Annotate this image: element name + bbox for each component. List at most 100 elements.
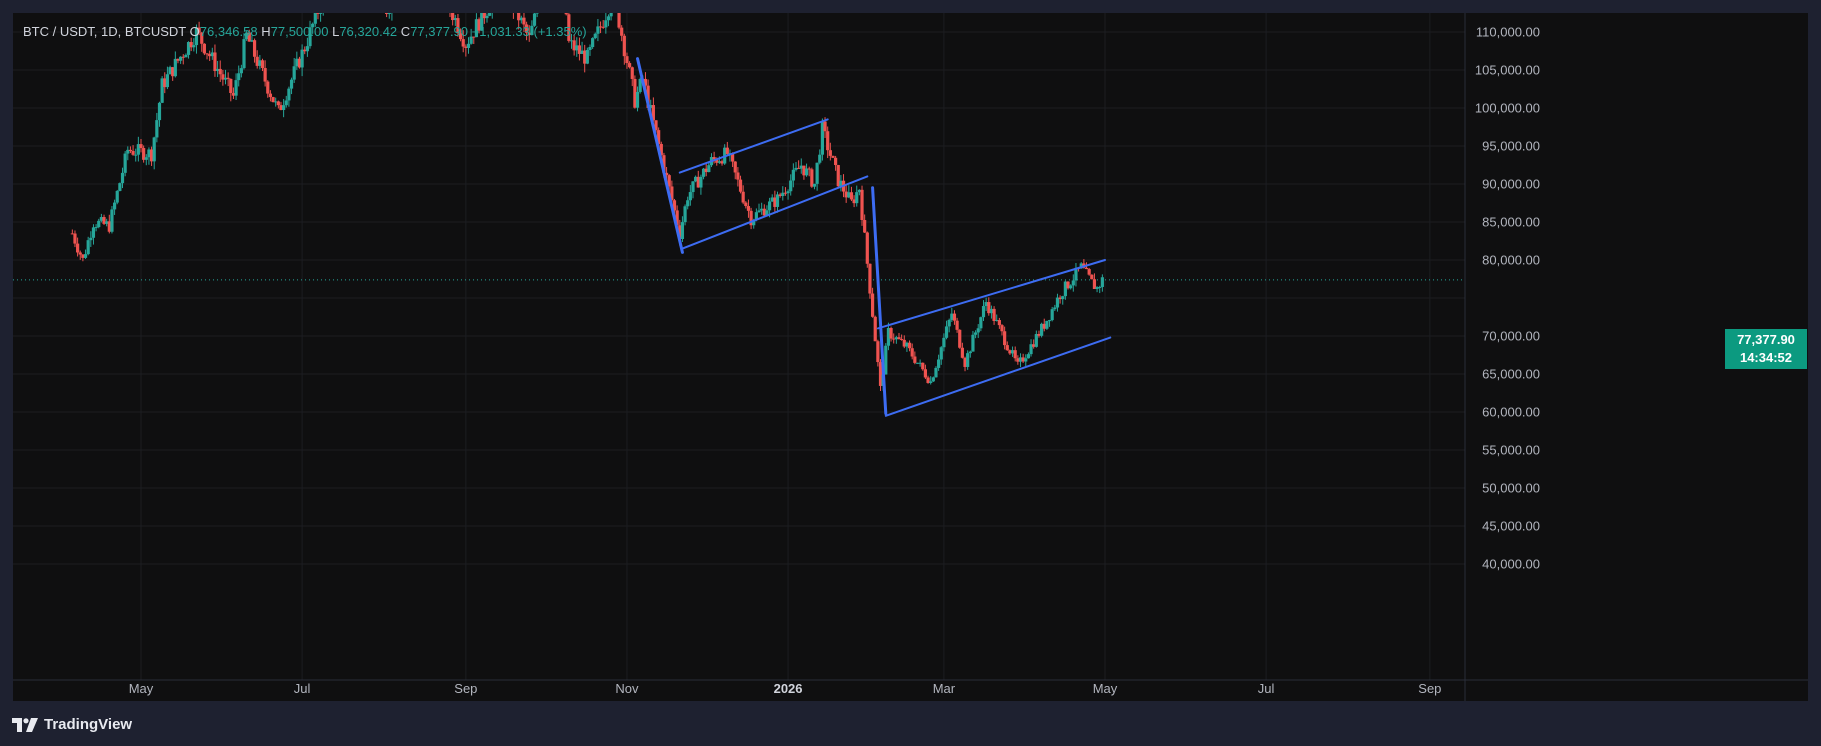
candle-body	[725, 147, 729, 154]
candle-body	[73, 233, 77, 244]
candle-body	[588, 47, 592, 50]
candle-body	[958, 329, 962, 348]
price-axis-tick-label: 40,000.00	[1482, 557, 1540, 572]
trendline[interactable]	[636, 57, 684, 254]
candle-body	[691, 181, 695, 193]
candle-body	[1069, 285, 1073, 289]
candle-body	[733, 161, 737, 173]
candle-body	[870, 293, 875, 317]
open-value: 76,346.58	[199, 24, 258, 39]
candle-body	[91, 227, 96, 238]
candle-body	[155, 120, 159, 138]
candle-body	[746, 206, 751, 211]
candle-body	[628, 63, 632, 68]
candle-body	[831, 155, 835, 158]
candle-body	[1024, 358, 1028, 362]
candle-body	[992, 308, 996, 322]
candle-body	[910, 348, 914, 357]
time-axis-tick-label: 2026	[774, 681, 803, 696]
trendlines-layer[interactable]	[636, 57, 1112, 417]
price-axis-tick-label: 70,000.00	[1482, 329, 1540, 344]
candle-body	[981, 306, 986, 318]
open-label: O	[189, 24, 200, 39]
symbol-label[interactable]: BTC / USDT, 1D, BTCUSDT	[23, 24, 186, 39]
candle-body	[757, 210, 761, 213]
candle-body	[617, 13, 621, 28]
grid-layer	[13, 13, 1465, 680]
candle-body	[973, 332, 978, 335]
close-value: 77,377.90	[410, 24, 469, 39]
time-axis-tick-label: Sep	[454, 681, 477, 696]
candle-body	[942, 337, 946, 348]
trendline[interactable]	[681, 175, 869, 250]
candle-body	[89, 237, 93, 241]
candle-body	[564, 13, 568, 15]
candle-body	[284, 100, 288, 106]
candle-body	[968, 351, 972, 354]
candle-body	[604, 20, 608, 28]
low-value: 76,320.42	[339, 24, 398, 39]
chart-frame[interactable]: 110,000.00 105,000.00 100,000.00 95,000.00 9…	[13, 13, 1808, 701]
time-axis-tick-label: Nov	[615, 681, 639, 696]
candle-body	[313, 13, 317, 24]
price-axis-tick-label: 95,000.00	[1482, 139, 1540, 154]
candle-body	[939, 347, 943, 360]
candle-body	[937, 359, 941, 368]
time-axis-tick-label: Sep	[1418, 681, 1441, 696]
candle-body	[144, 157, 148, 160]
candle-body	[596, 26, 600, 34]
candle-body	[873, 316, 877, 342]
candle-body	[900, 339, 904, 341]
candle-body	[1053, 307, 1057, 310]
candle-body	[1050, 309, 1054, 321]
candle-body	[775, 194, 780, 207]
candle-body	[591, 38, 595, 48]
candle-body	[688, 192, 692, 201]
candle-body	[287, 88, 291, 101]
price-axis-tick-label: 110,000.00	[1476, 25, 1540, 40]
candle-body	[736, 172, 740, 180]
candle-body	[226, 77, 230, 79]
trendline[interactable]	[884, 336, 1112, 417]
candle-body	[686, 200, 690, 207]
candle-body	[622, 35, 626, 57]
high-label: H	[261, 24, 271, 39]
price-axis-tick-label: 55,000.00	[1482, 443, 1540, 458]
candle-body	[855, 192, 859, 204]
candle-body	[699, 176, 703, 188]
candle-body	[1087, 269, 1091, 275]
candle-body	[260, 60, 265, 69]
candle-body	[94, 227, 98, 229]
current-price-value: 77,377.90	[1737, 332, 1795, 347]
candle-body	[931, 377, 935, 382]
candle-body	[812, 183, 817, 187]
candle-body	[635, 91, 640, 108]
candle-body	[488, 13, 492, 16]
price-axis[interactable]: 110,000.00 105,000.00 100,000.00 95,000.00 9…	[1475, 25, 1540, 572]
candle-body	[237, 73, 241, 81]
candle-body	[139, 144, 143, 149]
candle-body	[683, 206, 687, 223]
candle-body	[123, 153, 127, 173]
candle-body	[826, 131, 830, 151]
candle-body	[863, 220, 867, 233]
candle-body	[86, 240, 90, 255]
candle-body	[923, 369, 928, 378]
candle-body	[165, 74, 170, 88]
candlestick-chart[interactable]: 110,000.00 105,000.00 100,000.00 95,000.00 9…	[13, 13, 1808, 701]
candle-body	[876, 341, 880, 363]
candle-body	[960, 347, 964, 358]
time-axis[interactable]: May Jul Sep Nov 2026 Mar May Jul Sep	[129, 681, 1442, 696]
candle-body	[1047, 320, 1052, 322]
candle-body	[97, 220, 101, 228]
tradingview-logo[interactable]: TradingView	[12, 716, 132, 733]
candle-body	[289, 79, 294, 89]
candle-body	[461, 39, 465, 47]
candle-body	[485, 15, 489, 19]
brand-name: TradingView	[44, 716, 133, 733]
candle-body	[229, 78, 233, 94]
candle-body	[789, 180, 793, 192]
candle-body	[184, 54, 188, 58]
time-axis-tick-label: May	[129, 681, 154, 696]
price-axis-tick-label: 45,000.00	[1482, 519, 1540, 534]
